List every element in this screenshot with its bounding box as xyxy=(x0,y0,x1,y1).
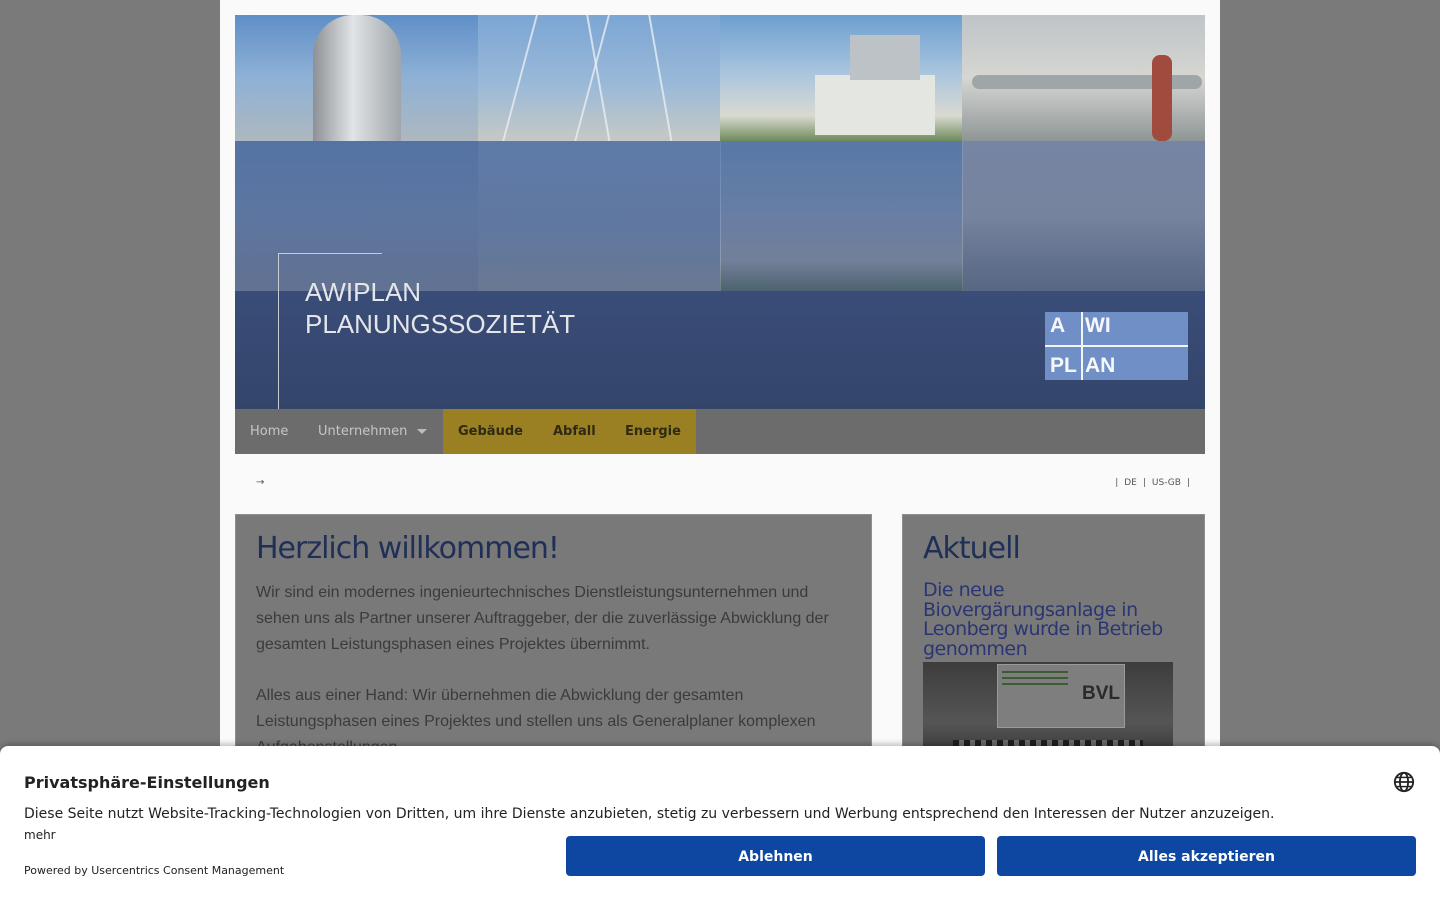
consent-powered-by: Powered by Usercentrics Consent Manageme… xyxy=(24,864,285,877)
accept-all-button[interactable]: Alles akzeptieren xyxy=(997,836,1416,876)
plant-building-photo xyxy=(720,15,963,141)
lang-link-en[interactable]: US-GB xyxy=(1152,478,1181,488)
reflection-strip xyxy=(720,141,963,291)
page-title: Herzlich willkommen! xyxy=(256,531,560,566)
lang-separator: | xyxy=(1186,478,1190,488)
welcome-card: Herzlich willkommen! Wir sind ein modern… xyxy=(235,514,872,774)
banner-text: BVL xyxy=(1082,683,1120,704)
nav-item-home[interactable]: Home xyxy=(235,409,303,454)
lang-separator: | xyxy=(1115,478,1119,488)
brand-line-2: PLANUNGSSOZIETÄT xyxy=(305,309,576,339)
banner-stripe xyxy=(1002,683,1068,685)
lang-separator: | xyxy=(1142,478,1146,488)
brand-name: AWIPLAN PLANUNGSSOZIETÄT xyxy=(305,276,575,340)
silo-photo xyxy=(235,15,478,141)
lang-link-de[interactable]: DE xyxy=(1124,478,1137,488)
steel-frame-photo xyxy=(478,15,721,159)
frame-line xyxy=(278,253,382,254)
logo-letter: AN xyxy=(1085,354,1116,377)
nav-item-energie[interactable]: Energie xyxy=(610,409,696,454)
nav-item-unternehmen[interactable]: Unternehmen xyxy=(303,409,442,454)
nav-item-label: Abfall xyxy=(553,424,596,439)
silo-tower-shape xyxy=(313,15,401,141)
logo-letter: A xyxy=(1050,314,1066,337)
consent-more-link[interactable]: mehr xyxy=(24,828,56,842)
building-shape xyxy=(815,75,935,135)
awiplan-logo[interactable]: A WI PL AN xyxy=(1045,312,1188,380)
reflection-strip xyxy=(478,141,721,291)
banner-stripe xyxy=(1002,671,1068,673)
pipe-shape xyxy=(1152,55,1172,141)
bvl-banner: BVL xyxy=(997,664,1125,728)
nav-item-label: Gebäude xyxy=(458,424,523,439)
intro-paragraph: Wir sind ein modernes ingenieurtechnisch… xyxy=(256,584,829,653)
main-navigation: Home Unternehmen Gebäude Abfall Energie xyxy=(235,409,1205,454)
deny-button[interactable]: Ablehnen xyxy=(566,836,985,876)
consent-title: Privatsphäre-Einstellungen xyxy=(24,773,270,792)
lattice-shape xyxy=(584,15,676,159)
header-banner: AWIPLAN PLANUNGSSOZIETÄT A WI PL AN xyxy=(235,15,1205,409)
globe-icon[interactable] xyxy=(1393,771,1415,793)
reflection-strip xyxy=(962,141,1205,291)
news-heading: Aktuell xyxy=(923,531,1021,566)
nav-item-label: Energie xyxy=(625,424,681,439)
news-card: Aktuell Die neue Biovergärungsanlage in … xyxy=(902,514,1205,774)
nav-item-abfall[interactable]: Abfall xyxy=(538,409,611,454)
banner-stripe xyxy=(1002,677,1068,679)
building-shape xyxy=(850,35,920,80)
news-item-title[interactable]: Die neue Biovergärungsanlage in Leonberg… xyxy=(923,580,1183,659)
nav-item-gebaeude[interactable]: Gebäude xyxy=(443,409,538,454)
nav-item-label: Unternehmen xyxy=(318,424,408,439)
frame-line xyxy=(278,253,279,409)
consent-text: Diese Seite nutzt Website-Tracking-Techn… xyxy=(24,806,1275,822)
chevron-down-icon xyxy=(417,429,428,434)
consent-banner: Privatsphäre-Einstellungen Diese Seite n… xyxy=(0,746,1440,900)
nav-item-label: Home xyxy=(250,424,289,439)
brand-line-1: AWIPLAN xyxy=(305,277,422,307)
logo-letter: PL xyxy=(1050,354,1077,377)
logo-letter: WI xyxy=(1085,314,1111,337)
pipes-photo xyxy=(962,15,1205,141)
language-switcher: | DE | US-GB | xyxy=(1112,478,1193,488)
logo-divider xyxy=(1045,345,1188,347)
reflection-strip xyxy=(235,141,478,291)
breadcrumb-arrow: → xyxy=(256,477,265,488)
